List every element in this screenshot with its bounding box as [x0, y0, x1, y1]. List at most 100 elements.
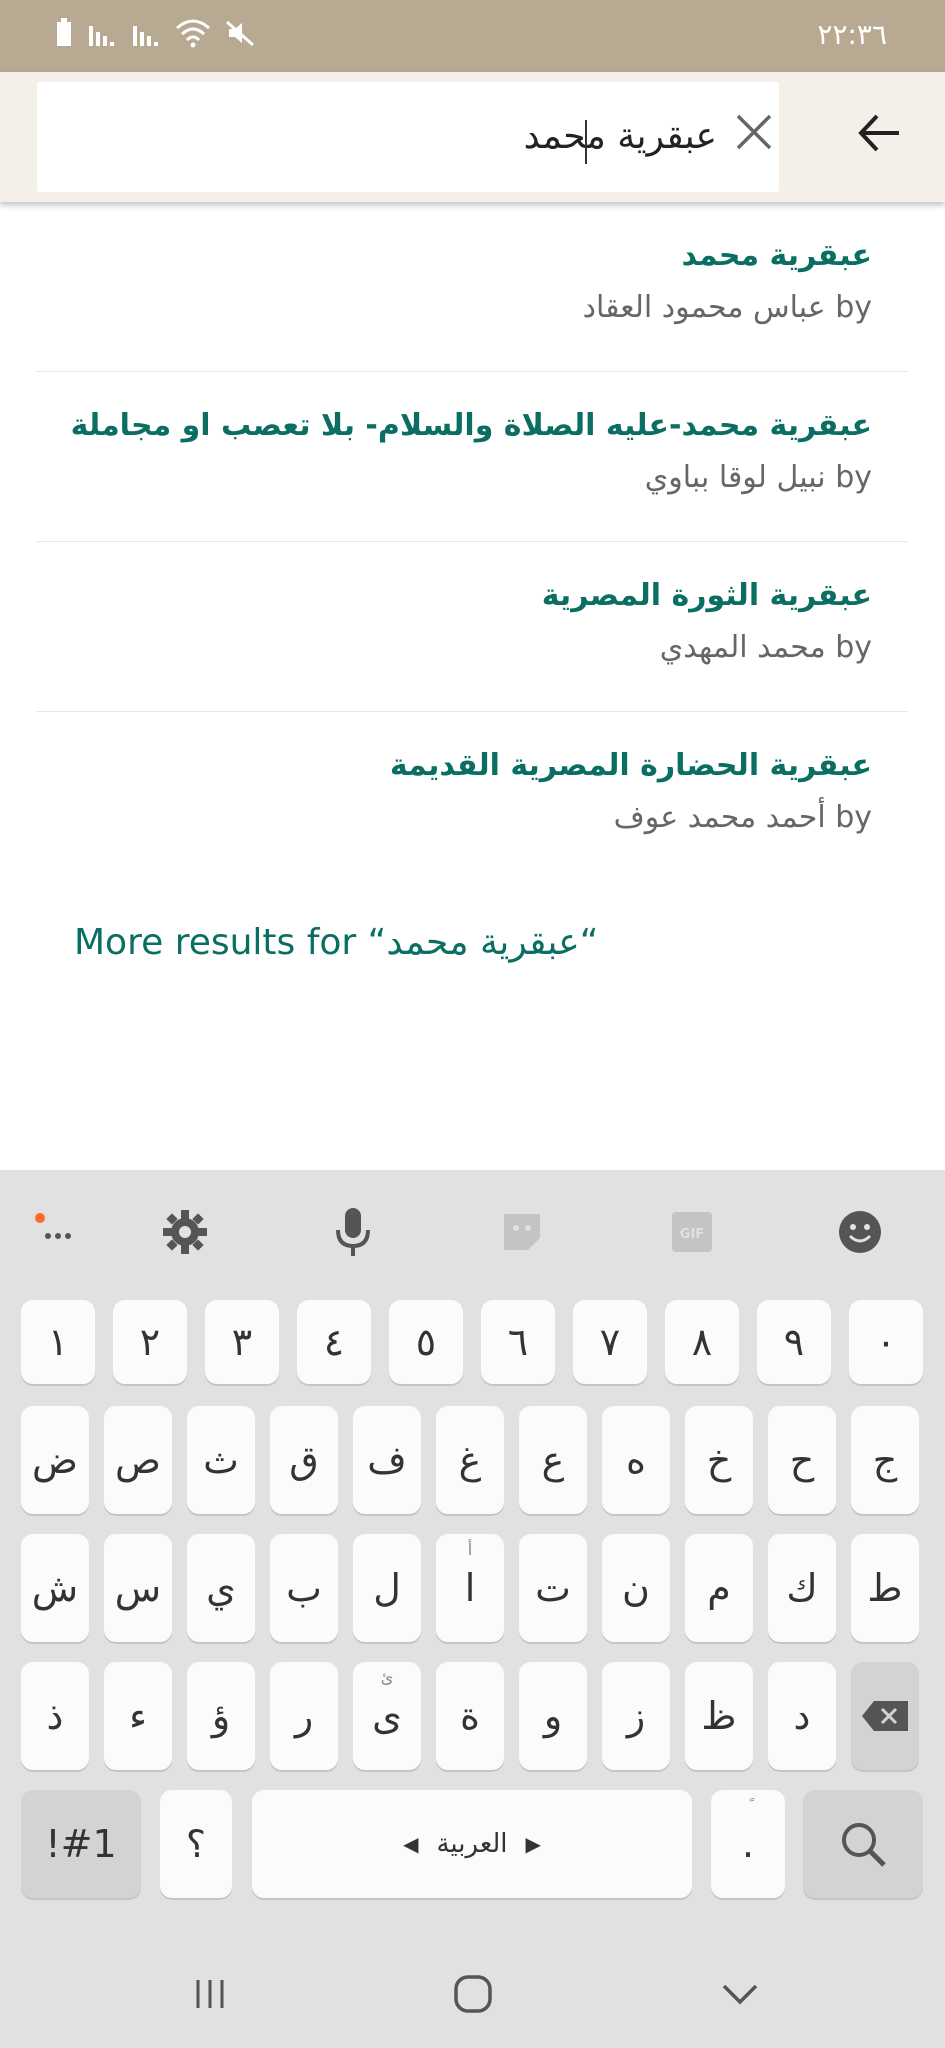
key-letter[interactable]: ز: [602, 1662, 670, 1770]
settings-button[interactable]: [157, 1204, 213, 1260]
backspace-icon: [862, 1701, 908, 1731]
search-input[interactable]: [57, 108, 767, 164]
space-label: العربية: [436, 1829, 508, 1859]
key-6[interactable]: ٦: [481, 1300, 555, 1384]
back-chevron-icon: [722, 1984, 758, 2005]
svg-text:GIF: GIF: [680, 1227, 704, 1242]
backspace-key[interactable]: [851, 1662, 919, 1770]
result-item[interactable]: عبقرية محمد-عليه الصلاة والسلام- بلا تعص…: [36, 372, 908, 542]
key-letter[interactable]: ض: [21, 1406, 89, 1514]
key-7[interactable]: ٧: [573, 1300, 647, 1384]
keyboard: GIF ١ ٢ ٣ ٤ ٥ ٦ ٧ ٨ ٩ ٠ ض ص ث ق ف غ ع ه …: [0, 1170, 945, 2048]
signal-icon: [89, 26, 114, 46]
status-icons: [55, 18, 255, 48]
search-key[interactable]: [803, 1790, 923, 1898]
emoji-button[interactable]: [832, 1204, 888, 1260]
key-letter[interactable]: خ: [685, 1406, 753, 1514]
key-letter[interactable]: ؤ: [187, 1662, 255, 1770]
key-letter[interactable]: س: [104, 1534, 172, 1642]
recents-icon: [196, 1980, 224, 2008]
key-letter[interactable]: ج: [851, 1406, 919, 1514]
mute-icon: [226, 20, 254, 47]
more-options-icon: [35, 1213, 71, 1239]
key-5[interactable]: ٥: [389, 1300, 463, 1384]
key-hint: أ: [467, 1540, 473, 1559]
key-label: .: [741, 1822, 755, 1866]
result-author: by نبيل لوقا بباوي: [644, 460, 872, 495]
result-title: عبقرية محمد: [681, 238, 872, 273]
recents-button[interactable]: [180, 1964, 240, 2024]
home-button[interactable]: [443, 1964, 503, 2024]
more-options-button[interactable]: [30, 1204, 86, 1260]
result-title: عبقرية محمد-عليه الصلاة والسلام- بلا تعص…: [70, 408, 872, 443]
result-title: عبقرية الحضارة المصرية القديمة: [389, 748, 872, 783]
status-time: ٢٢:٣٦: [817, 18, 887, 51]
period-key[interactable]: ً .: [711, 1790, 785, 1898]
key-letter[interactable]: د: [768, 1662, 836, 1770]
key-9[interactable]: ٩: [757, 1300, 831, 1384]
key-letter[interactable]: م: [685, 1534, 753, 1642]
result-author: by أحمد محمد عوف: [613, 800, 872, 835]
battery-icon: [57, 18, 71, 46]
key-letter[interactable]: ب: [270, 1534, 338, 1642]
arrow-left-icon: [858, 114, 899, 152]
key-1[interactable]: ١: [21, 1300, 95, 1384]
voice-input-button[interactable]: [325, 1204, 381, 1260]
result-author: by عباس محمود العقاد: [582, 290, 872, 325]
microphone-icon: [336, 1208, 370, 1256]
key-letter[interactable]: ئ ى: [353, 1662, 421, 1770]
key-letter[interactable]: ء: [104, 1662, 172, 1770]
key-letter[interactable]: ر: [270, 1662, 338, 1770]
sticker-icon: [504, 1214, 540, 1250]
key-3[interactable]: ٣: [205, 1300, 279, 1384]
home-icon: [454, 1975, 492, 2013]
signal-icon: [133, 26, 158, 46]
key-letter[interactable]: ل: [353, 1534, 421, 1642]
more-results-link[interactable]: More results for “عبقرية محمد“: [74, 922, 598, 963]
question-mark-key[interactable]: ؟: [160, 1790, 232, 1898]
key-letter[interactable]: ح: [768, 1406, 836, 1514]
search-icon: [842, 1823, 886, 1867]
result-item[interactable]: عبقرية محمد by عباس محمود العقاد: [36, 202, 908, 372]
key-letter[interactable]: و: [519, 1662, 587, 1770]
emoji-icon: [839, 1211, 881, 1253]
result-title: عبقرية الثورة المصرية: [541, 578, 872, 613]
key-letter[interactable]: ن: [602, 1534, 670, 1642]
search-bar: [0, 72, 945, 202]
result-item[interactable]: عبقرية الثورة المصرية by محمد المهدي: [36, 542, 908, 712]
navigation-bar: [0, 1940, 945, 2048]
caret-left-icon: ◀: [403, 1832, 419, 1856]
search-box[interactable]: [37, 82, 779, 192]
back-nav-button[interactable]: [710, 1964, 770, 2024]
key-8[interactable]: ٨: [665, 1300, 739, 1384]
key-letter[interactable]: ذ: [21, 1662, 89, 1770]
result-author: by محمد المهدي: [659, 630, 872, 665]
key-letter[interactable]: غ: [436, 1406, 504, 1514]
key-letter[interactable]: ف: [353, 1406, 421, 1514]
settings-icon: [163, 1210, 207, 1254]
key-letter[interactable]: ط: [851, 1534, 919, 1642]
key-letter[interactable]: ه: [602, 1406, 670, 1514]
key-2[interactable]: ٢: [113, 1300, 187, 1384]
key-letter[interactable]: أ ا: [436, 1534, 504, 1642]
clear-search-button[interactable]: [730, 108, 778, 156]
key-0[interactable]: ٠: [849, 1300, 923, 1384]
key-letter[interactable]: ث: [187, 1406, 255, 1514]
key-letter[interactable]: ت: [519, 1534, 587, 1642]
key-letter[interactable]: ق: [270, 1406, 338, 1514]
key-letter[interactable]: ظ: [685, 1662, 753, 1770]
keyboard-toolbar: GIF: [0, 1170, 945, 1290]
gif-button[interactable]: GIF: [664, 1204, 720, 1260]
space-key[interactable]: ◀ العربية ▶: [252, 1790, 692, 1898]
key-letter[interactable]: ع: [519, 1406, 587, 1514]
key-4[interactable]: ٤: [297, 1300, 371, 1384]
sticker-button[interactable]: [494, 1204, 550, 1260]
result-item[interactable]: عبقرية الحضارة المصرية القديمة by أحمد م…: [36, 712, 908, 882]
back-button[interactable]: [855, 108, 905, 158]
symbols-key[interactable]: !#1: [21, 1790, 141, 1898]
key-letter[interactable]: ك: [768, 1534, 836, 1642]
key-letter[interactable]: ي: [187, 1534, 255, 1642]
key-letter[interactable]: ش: [21, 1534, 89, 1642]
key-letter[interactable]: ة: [436, 1662, 504, 1770]
key-letter[interactable]: ص: [104, 1406, 172, 1514]
